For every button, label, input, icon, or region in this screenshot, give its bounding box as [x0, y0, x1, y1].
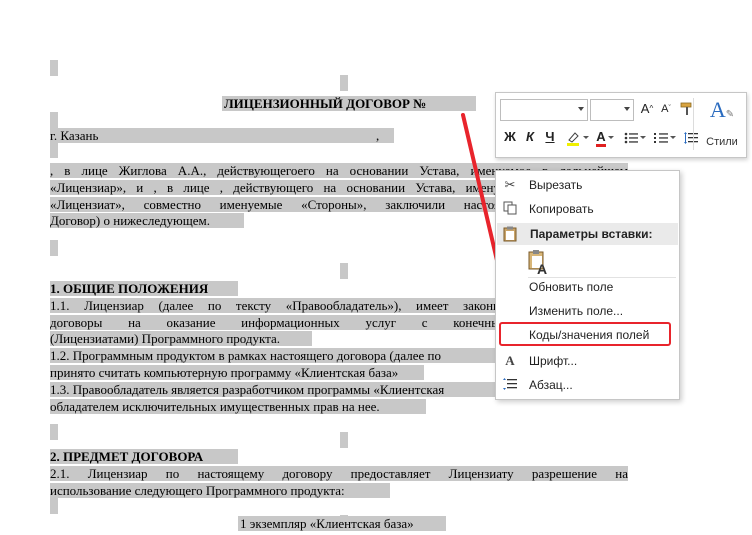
shrink-font-icon: A	[661, 103, 669, 115]
section2-line-2: использование следующего Программного пр…	[50, 483, 390, 498]
paste-text-only-icon: A	[528, 250, 547, 277]
field-marker	[340, 263, 348, 279]
scissors-icon: ✂	[504, 177, 516, 192]
menu-item-label: Изменить поле...	[529, 304, 624, 318]
field-marker	[50, 498, 58, 514]
menu-item-label: Копировать	[529, 202, 594, 216]
menu-item-label: Вырезать	[529, 178, 583, 192]
chevron-down-icon	[578, 107, 584, 111]
update-field-icon	[501, 279, 519, 295]
styles-label: Стили	[706, 136, 738, 148]
menu-item-paragraph[interactable]: Абзац...	[496, 373, 679, 397]
bullet-list-icon	[624, 132, 638, 143]
section1-line-2: договоры на оказание информационных услу…	[50, 315, 500, 330]
field-marker	[50, 240, 58, 256]
bold-button[interactable]: Ж	[502, 127, 518, 147]
styles-icon: A✎	[709, 97, 735, 122]
grow-font-button[interactable]: A^	[639, 99, 655, 119]
section1-line-4: 1.2. Программным продуктом в рамках наст…	[50, 348, 500, 363]
section1-line-7: обладателем исключительных имущественных…	[50, 399, 426, 414]
field-marker	[50, 142, 58, 158]
highlight-button[interactable]	[564, 127, 590, 147]
city-line: г. Казань ,	[50, 128, 394, 143]
field-marker	[50, 60, 58, 76]
section1-line-5: принято считать компьютерную программу «…	[50, 365, 424, 380]
clipboard-icon	[503, 226, 517, 245]
context-menu: ✂ Вырезать Копировать Параметры вставки:…	[495, 170, 680, 400]
intro-line-3: «Лицензиат», совместно именуемые «Сторон…	[50, 197, 500, 212]
shrink-font-button[interactable]: Aˇ	[658, 99, 674, 119]
copy-icon	[501, 201, 519, 217]
field-marker	[340, 432, 348, 448]
section2-line-1: 2.1. Лицензиар по настоящему договору пр…	[50, 466, 628, 481]
font-icon: A	[505, 353, 515, 368]
paste-options-header: Параметры вставки:	[497, 223, 678, 245]
edit-field-icon	[501, 303, 519, 319]
highlighter-icon	[567, 131, 579, 146]
paste-keep-text-only-button[interactable]: A	[527, 249, 549, 277]
chevron-down-icon	[624, 107, 630, 111]
intro-line-2: «Лицензиар», и , в лице , действующего н…	[50, 180, 500, 195]
menu-item-edit-field[interactable]: Изменить поле...	[496, 299, 679, 323]
underline-button[interactable]: Ч	[542, 127, 558, 147]
font-name-combo[interactable]	[500, 99, 588, 121]
menu-item-label: Абзац...	[529, 378, 573, 392]
chevron-down-icon	[607, 136, 614, 140]
line-spacing-icon	[684, 131, 698, 144]
menu-item-label: Обновить поле	[529, 280, 614, 294]
intro-line-4: Договор) о нижеследующем.	[50, 213, 244, 228]
city-comma: ,	[376, 128, 380, 143]
font-color-button[interactable]: A	[592, 127, 618, 147]
numbering-button[interactable]	[652, 127, 678, 147]
annotation-highlight-box	[499, 322, 671, 346]
menu-item-label: Шрифт...	[529, 354, 578, 368]
font-color-icon: A	[596, 130, 606, 147]
paragraph-icon	[501, 377, 519, 393]
font-size-combo[interactable]	[590, 99, 634, 121]
contract-title: ЛИЦЕНЗИОННЫЙ ДОГОВОР №	[222, 96, 476, 111]
mini-toolbar: A^ Aˇ Ж К Ч A A✎ Стили	[495, 92, 747, 158]
section2-title: 2. ПРЕДМЕТ ДОГОВОРА	[50, 449, 238, 464]
product-item: 1 экземпляр «Клиентская база»	[238, 516, 446, 531]
section1-title: 1. ОБЩИЕ ПОЛОЖЕНИЯ	[50, 281, 238, 296]
section1-line-1: 1.1. Лицензиар (далее по тексту «Правооб…	[50, 298, 500, 313]
line-spacing-button[interactable]	[682, 127, 700, 147]
menu-item-cut[interactable]: ✂ Вырезать	[496, 173, 679, 197]
menu-item-font[interactable]: A Шрифт...	[496, 349, 679, 373]
field-marker	[50, 424, 58, 440]
menu-item-copy[interactable]: Копировать	[496, 197, 679, 221]
toolbar-separator	[693, 98, 694, 150]
bullets-button[interactable]	[622, 127, 648, 147]
numbered-list-icon	[654, 132, 668, 143]
paste-options-label: Параметры вставки:	[530, 227, 653, 241]
chevron-down-icon	[640, 136, 646, 140]
chevron-down-icon	[583, 136, 589, 140]
svg-text:A: A	[537, 261, 547, 275]
menu-item-update-field[interactable]: Обновить поле	[496, 275, 679, 299]
field-marker	[340, 75, 348, 91]
styles-button[interactable]: A✎ Стили	[702, 97, 742, 151]
field-marker	[50, 112, 58, 128]
section1-line-6: 1.3. Правообладатель является разработчи…	[50, 382, 500, 397]
city-text: г. Казань	[50, 128, 99, 143]
italic-button[interactable]: К	[522, 127, 538, 147]
chevron-down-icon	[670, 136, 676, 140]
section1-line-3: (Лицензиатами) Программного продукта.	[50, 331, 312, 346]
